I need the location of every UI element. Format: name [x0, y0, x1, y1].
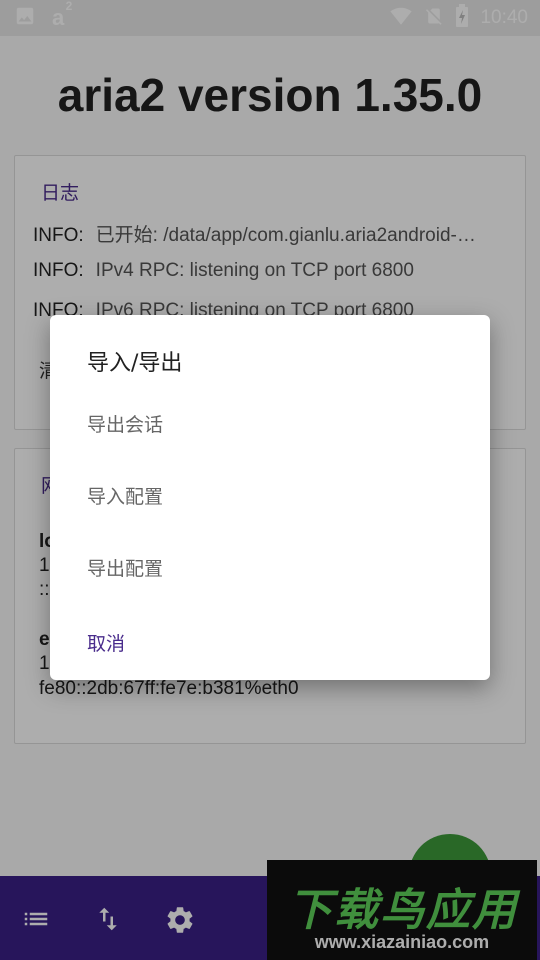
- export-config-item[interactable]: 导出配置: [50, 535, 490, 599]
- export-session-item[interactable]: 导出会话: [50, 391, 490, 455]
- cancel-button[interactable]: 取消: [87, 629, 125, 656]
- import-export-dialog: 导入/导出 导出会话 导入配置 导出配置 取消: [50, 315, 490, 680]
- import-config-item[interactable]: 导入配置: [50, 463, 490, 527]
- dialog-title: 导入/导出: [87, 351, 183, 376]
